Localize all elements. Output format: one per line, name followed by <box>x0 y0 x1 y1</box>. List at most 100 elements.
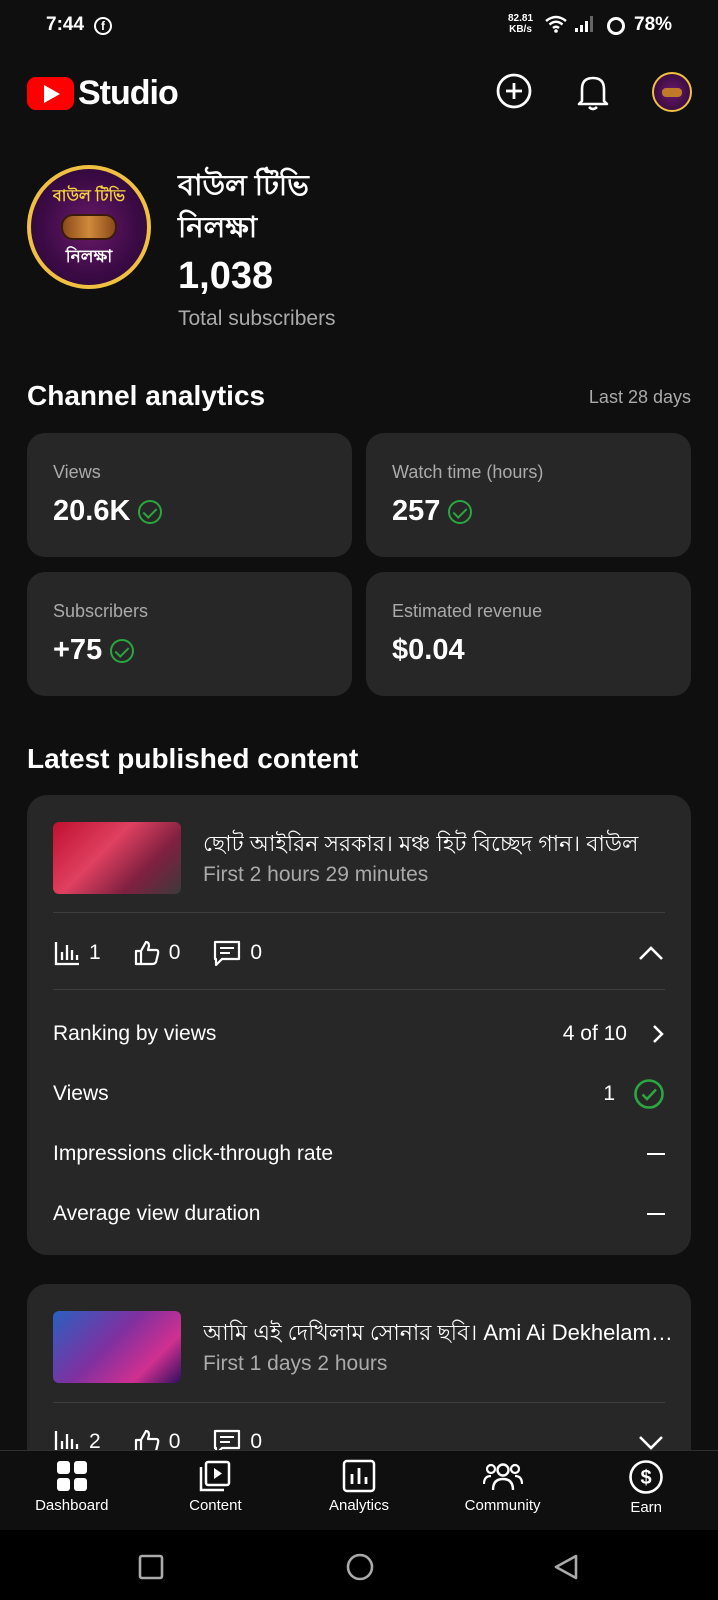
video-stats: 2 0 0 <box>53 1422 665 1450</box>
row-label: Views <box>53 1082 109 1105</box>
signal-icon <box>575 16 593 32</box>
ranking-value: 4 of 10 <box>562 1022 627 1045</box>
content-card: ছোট আইরিন সরকার। মঞ্চ হিট বিচ্ছেদ গান। ব… <box>27 795 691 1255</box>
check-circle-icon <box>634 1079 664 1109</box>
comment-icon <box>214 940 241 967</box>
video-age: First 2 hours 29 minutes <box>203 863 429 886</box>
avatar-drum-icon <box>662 87 682 97</box>
views-value: 1 <box>603 1082 615 1105</box>
video-stats: 1 0 0 <box>53 933 665 973</box>
nav-label: Community <box>464 1497 541 1514</box>
metric-value-text: 20.6K <box>53 495 131 527</box>
video-thumbnail[interactable] <box>53 1311 181 1383</box>
system-navigation-bar <box>0 1530 718 1600</box>
channel-analytics-title: Channel analytics <box>27 380 266 411</box>
youtube-play-icon <box>27 77 74 110</box>
thumbs-up-icon <box>134 1429 160 1450</box>
metric-label: Watch time (hours) <box>392 462 544 482</box>
analytics-icon <box>342 1459 376 1493</box>
channel-name: বাউল টিভি নিলক্ষা <box>178 165 398 249</box>
metric-card-views[interactable]: Views 20.6K <box>27 433 352 557</box>
nav-analytics[interactable]: Analytics <box>287 1451 431 1530</box>
network-speed-unit: KB/s <box>509 24 532 35</box>
avg-duration-row: Average view duration <box>53 1194 665 1234</box>
video-title[interactable]: ছোট আইরিন সরকার। মঞ্চ হিট বিচ্ছেদ গান। ব… <box>203 827 673 864</box>
wifi-icon <box>545 15 567 33</box>
metric-value: +75 <box>53 634 135 667</box>
metric-value: 20.6K <box>53 495 163 528</box>
battery-ring-icon <box>607 17 625 35</box>
channel-avatar[interactable]: বাউল টিভি নিলক্ষা <box>27 165 151 289</box>
bar-chart-icon <box>54 942 79 966</box>
likes-stat: 0 <box>133 1428 181 1450</box>
nav-label: Content <box>189 1497 242 1514</box>
row-label: Impressions click-through rate <box>53 1142 334 1165</box>
content-icon <box>200 1460 231 1492</box>
metric-value-text: +75 <box>53 634 103 666</box>
ctr-row: Impressions click-through rate <box>53 1134 665 1174</box>
empty-value-dash <box>647 1213 665 1215</box>
chevron-down-icon[interactable] <box>637 1432 665 1450</box>
metric-card-watch-time[interactable]: Watch time (hours) 257 <box>366 433 691 557</box>
nav-earn[interactable]: $ Earn <box>574 1451 718 1530</box>
metric-card-subscribers[interactable]: Subscribers +75 <box>27 572 352 696</box>
network-speed-value: 82.81 <box>508 13 534 24</box>
home-icon[interactable] <box>345 1552 375 1582</box>
community-icon <box>482 1463 523 1491</box>
channel-name-line1: বাউল টিভি <box>178 170 309 202</box>
check-circle-icon <box>138 499 163 524</box>
views-stat: 1 <box>53 939 101 967</box>
latest-content-title: Latest published content <box>27 743 359 774</box>
row-label: Ranking by views <box>53 1022 217 1045</box>
nav-label: Earn <box>630 1499 663 1516</box>
channel-name-line2: নিলক্ষা <box>178 212 258 244</box>
metric-value-text: 257 <box>392 495 441 527</box>
dashboard-icon <box>56 1461 87 1491</box>
ranking-row[interactable]: Ranking by views 4 of 10 <box>53 1014 665 1054</box>
video-thumbnail[interactable] <box>53 822 181 894</box>
divider <box>53 1402 665 1403</box>
divider <box>53 912 665 913</box>
bottom-navigation: Dashboard Content Analytics Community $ … <box>0 1450 718 1530</box>
app-name: Studio <box>78 74 179 112</box>
metric-value: 257 <box>392 495 473 528</box>
account-avatar[interactable] <box>652 72 692 112</box>
video-title[interactable]: আমি এই দেখিলাম সোনার ছবি। Ami Ai Dekhela… <box>203 1316 673 1353</box>
nav-label: Dashboard <box>35 1497 109 1514</box>
create-plus-icon[interactable] <box>495 72 533 110</box>
dhol-drum-icon <box>61 213 117 240</box>
facebook-notification-icon: f <box>94 17 112 35</box>
video-age: First 1 days 2 hours <box>203 1352 388 1375</box>
channel-summary: বাউল টিভি নিলক্ষা বাউল টিভি নিলক্ষা 1,03… <box>27 165 697 340</box>
metric-card-revenue[interactable]: Estimated revenue $0.04 <box>366 572 691 696</box>
check-circle-icon <box>110 638 135 663</box>
earn-icon: $ <box>629 1460 663 1494</box>
chevron-right-icon <box>653 1025 664 1043</box>
network-speed: 82.81 KB/s <box>508 13 533 35</box>
comment-icon <box>214 1429 241 1450</box>
check-circle-icon <box>448 499 473 524</box>
likes-count: 0 <box>168 1430 181 1450</box>
nav-content[interactable]: Content <box>144 1451 288 1530</box>
back-icon[interactable] <box>552 1553 580 1581</box>
divider <box>53 989 665 990</box>
content-card: আমি এই দেখিলাম সোনার ছবি। Ami Ai Dekhela… <box>27 1284 691 1450</box>
comments-count: 0 <box>250 941 263 964</box>
avatar-top-text: বাউল টিভি <box>52 187 126 205</box>
likes-stat: 0 <box>133 939 181 967</box>
nav-label: Analytics <box>328 1497 389 1514</box>
comments-stat: 0 <box>212 939 262 967</box>
nav-community[interactable]: Community <box>431 1451 575 1530</box>
chevron-up-icon[interactable] <box>637 943 665 963</box>
recent-apps-icon[interactable] <box>138 1554 164 1580</box>
metric-label: Subscribers <box>53 601 149 621</box>
views-row: Views 1 <box>53 1074 665 1114</box>
notifications-bell-icon[interactable] <box>574 72 612 112</box>
bar-chart-icon <box>54 1431 79 1450</box>
views-count: 1 <box>89 941 101 964</box>
avatar-bottom-text: নিলক্ষা <box>65 246 113 266</box>
youtube-studio-logo[interactable]: Studio <box>27 74 179 113</box>
row-label: Average view duration <box>53 1202 261 1225</box>
likes-count: 0 <box>168 941 181 964</box>
nav-dashboard[interactable]: Dashboard <box>0 1451 144 1530</box>
